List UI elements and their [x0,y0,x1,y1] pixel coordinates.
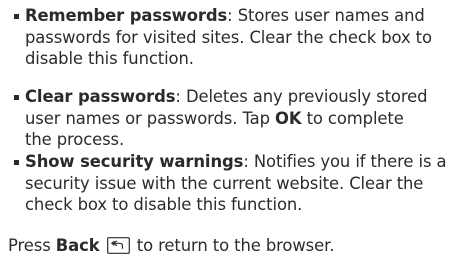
item-text: check box to disable this function. [25,195,303,214]
item-first-line: Clear passwords: Deletes any previously … [14,86,454,108]
back-icon [106,237,130,254]
item-term: Clear passwords [25,87,176,106]
item-text: Deletes any previously stored [180,87,428,106]
item-text: Notifies you if there is a [248,152,447,171]
item-second-line: user names or passwords. Tap OK to compl… [14,108,454,130]
item-text: to complete [301,108,404,128]
list-item-show-security-warnings: Show security warnings: Notifies you if … [14,151,454,216]
bullet-icon [14,160,19,165]
ok-keyword: OK [275,108,302,128]
item-text: the process. [25,130,125,149]
item-text: user names or passwords. Tap [25,108,276,128]
item-term: Remember passwords [25,6,228,25]
bullet-icon [14,14,19,19]
back-key-label: Back [55,236,100,255]
back-instruction-pre: Press [8,236,56,255]
item-term: Show security warnings [25,152,244,171]
item-text: passwords for visited sites. Clear the c… [25,27,432,47]
back-instruction-post: to return to the browser. [131,236,335,255]
back-instruction: Press Back to return to the browser. [8,235,334,257]
item-first-line: Show security warnings: Notifies you if … [14,151,454,173]
item-text: disable this function. [25,49,194,68]
bullet-icon [14,95,19,100]
item-text: Stores user names and [232,6,425,25]
item-first-line: Remember passwords: Stores user names an… [14,5,454,27]
list-item-remember-passwords: Remember passwords: Stores user names an… [14,5,454,70]
item-text: security issue with the current website.… [25,173,424,193]
document-page: Remember passwords: Stores user names an… [0,0,462,265]
list-item-clear-passwords: Clear passwords: Deletes any previously … [14,86,454,151]
